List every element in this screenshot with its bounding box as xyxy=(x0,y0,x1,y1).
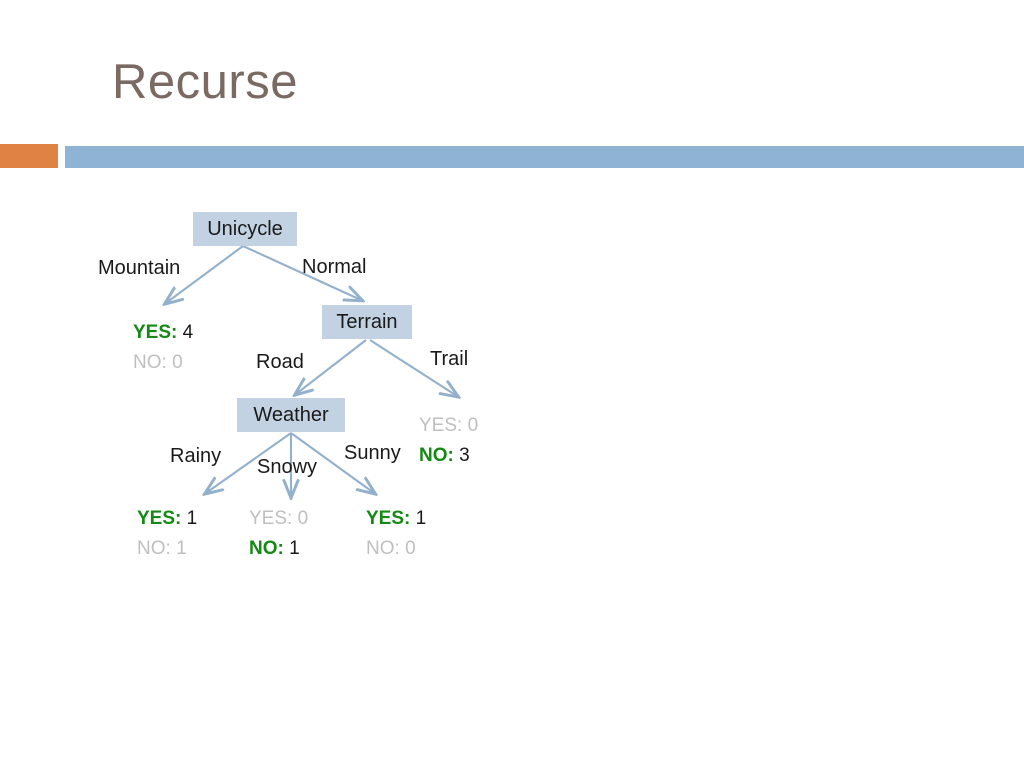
leaf-no-label: NO: xyxy=(419,445,454,466)
leaf-tally-yes: YES: 0 xyxy=(419,411,478,441)
leaf-no-count: 3 xyxy=(459,445,470,466)
edge-label-normal: Normal xyxy=(302,256,367,278)
leaf-yes-label: YES: xyxy=(366,508,411,529)
leaf-node-snowy: YES: 0 NO: 1 xyxy=(249,504,308,564)
tree-arrow-layer xyxy=(0,245,1024,768)
leaf-yes-label: YES: xyxy=(137,508,182,529)
leaf-node-rainy: YES: 1 NO: 1 xyxy=(137,504,197,564)
leaf-tally-no: NO: 3 xyxy=(419,441,478,471)
leaf-tally-yes: YES: 1 xyxy=(137,504,197,534)
leaf-tally-yes: YES: 1 xyxy=(366,504,426,534)
leaf-yes-count: 0 xyxy=(297,508,309,529)
edge-label-rainy: Rainy xyxy=(170,445,222,467)
leaf-yes-label: YES: xyxy=(419,415,463,436)
leaf-no-count: 1 xyxy=(176,538,187,559)
tree-node-unicycle[interactable]: Unicycle xyxy=(193,212,297,246)
arrow-terrain-weather xyxy=(296,339,367,394)
leaf-yes-count: 0 xyxy=(467,415,479,436)
leaf-tally-no: NO: 1 xyxy=(137,534,197,564)
decision-tree-diagram: Unicycle Terrain Weather Mountain Normal… xyxy=(0,0,1024,768)
leaf-yes-count: 1 xyxy=(186,508,198,529)
leaf-no-count: 0 xyxy=(405,538,416,559)
leaf-no-label: NO: xyxy=(133,352,167,373)
leaf-tally-no: NO: 0 xyxy=(366,534,426,564)
edge-label-snowy: Snowy xyxy=(257,456,318,478)
leaf-no-label: NO: xyxy=(366,538,400,559)
leaf-no-label: NO: xyxy=(137,538,171,559)
edge-label-trail: Trail xyxy=(430,348,469,370)
leaf-node-mountain: YES: 4 NO: 0 xyxy=(133,318,193,378)
leaf-node-trail: YES: 0 NO: 3 xyxy=(419,411,478,471)
leaf-yes-label: YES: xyxy=(249,508,293,529)
edge-label-mountain: Mountain xyxy=(98,257,181,279)
leaf-yes-label: YES: xyxy=(133,322,178,343)
leaf-tally-no: NO: 1 xyxy=(249,534,308,564)
tree-node-weather[interactable]: Weather xyxy=(237,398,345,432)
leaf-no-count: 1 xyxy=(289,538,300,559)
leaf-yes-count: 1 xyxy=(415,508,427,529)
leaf-yes-count: 4 xyxy=(182,322,194,343)
leaf-node-sunny: YES: 1 NO: 0 xyxy=(366,504,426,564)
edge-label-road: Road xyxy=(256,351,304,373)
tree-node-terrain[interactable]: Terrain xyxy=(322,305,412,339)
edge-label-sunny: Sunny xyxy=(344,442,401,464)
leaf-tally-yes: YES: 4 xyxy=(133,318,193,348)
leaf-no-count: 0 xyxy=(172,352,183,373)
leaf-tally-yes: YES: 0 xyxy=(249,504,308,534)
leaf-no-label: NO: xyxy=(249,538,284,559)
leaf-tally-no: NO: 0 xyxy=(133,348,193,378)
